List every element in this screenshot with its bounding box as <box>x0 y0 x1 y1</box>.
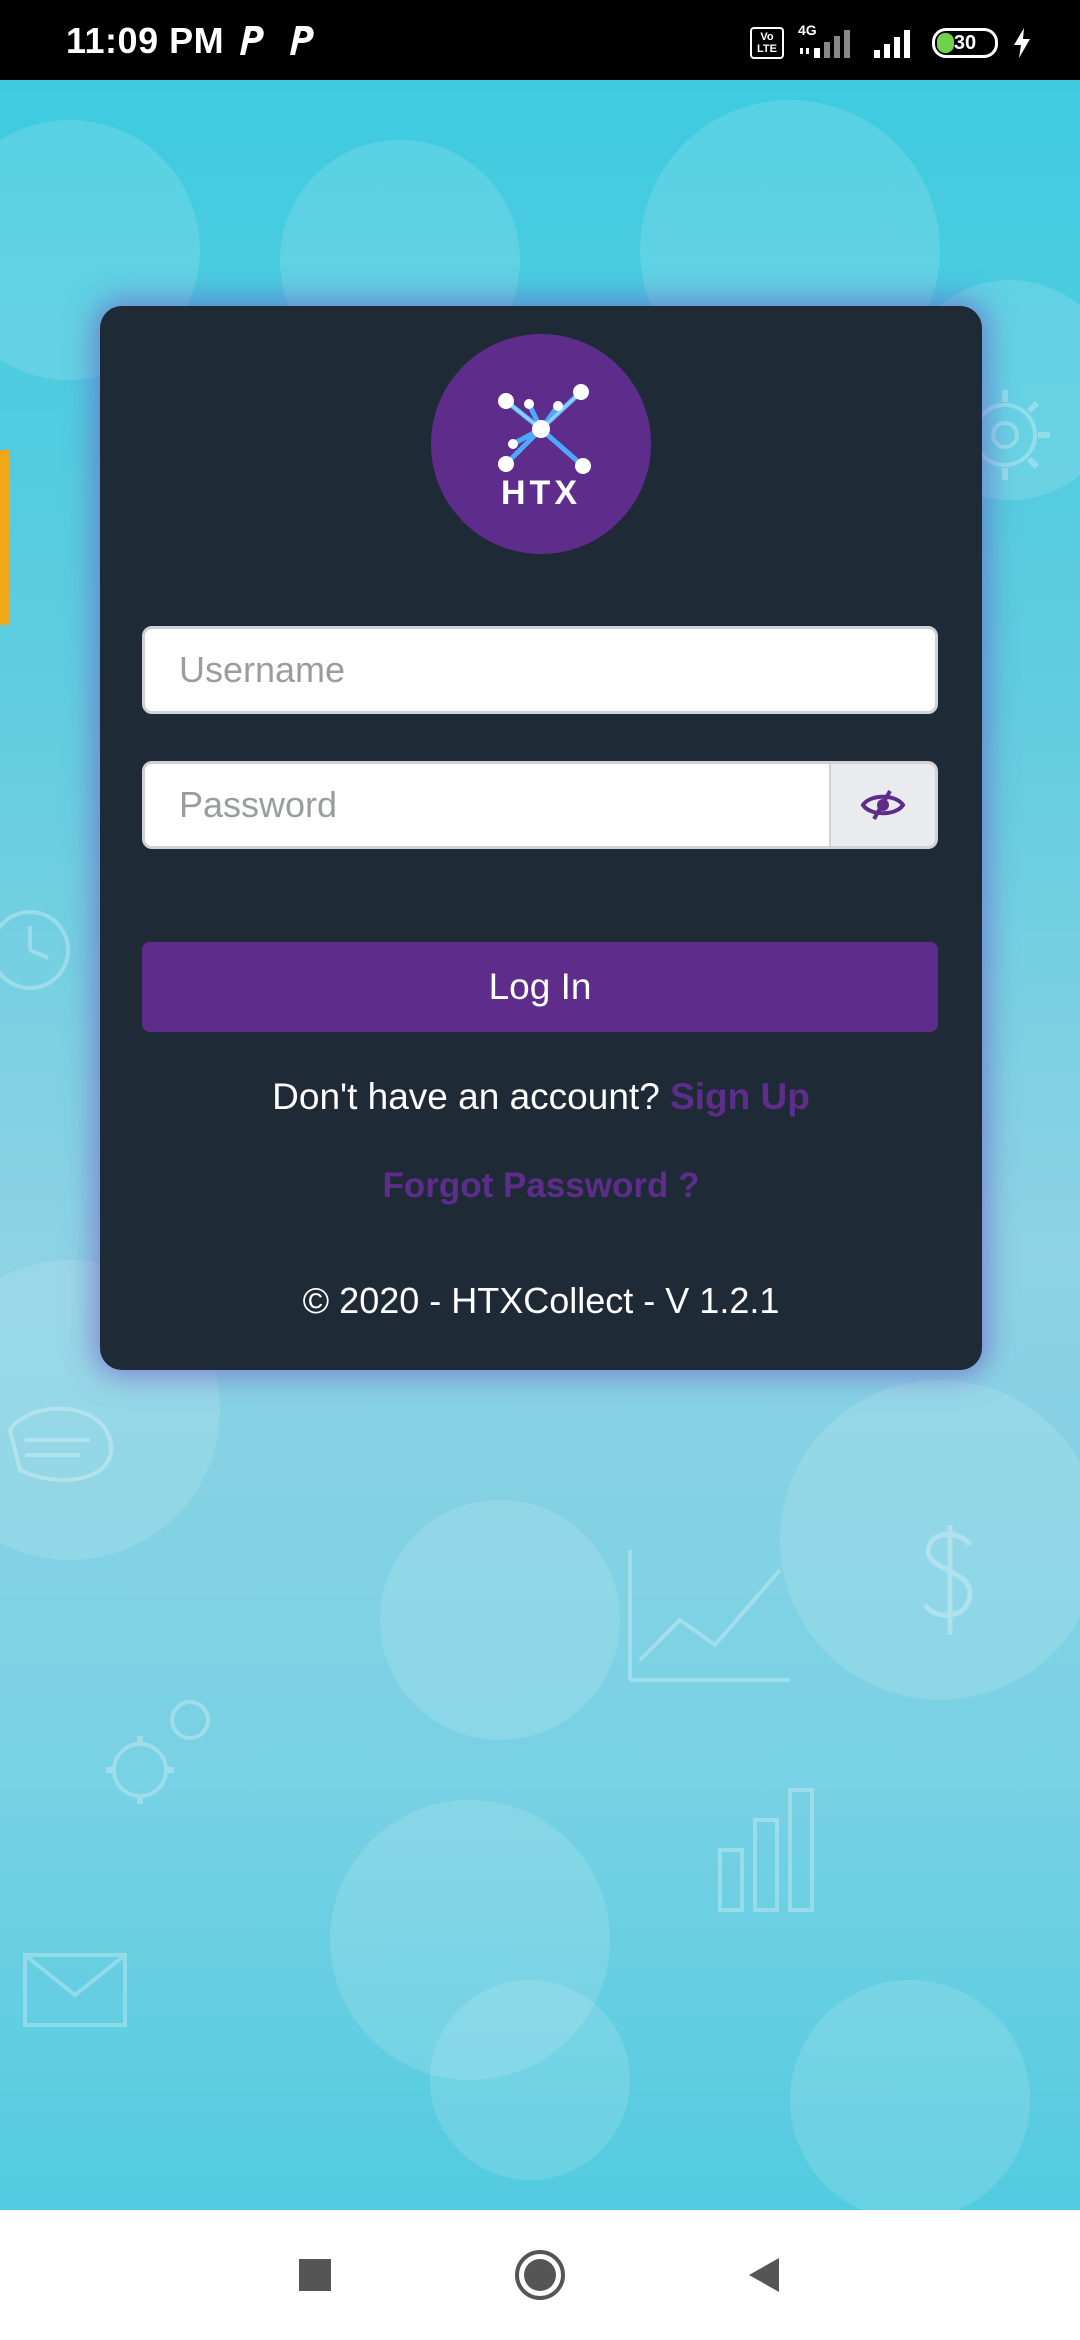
signal-icon <box>874 30 910 58</box>
volte-icon: Vo LTE <box>750 27 784 59</box>
status-bar: 11:09 PM Vo LTE 4G 30 <box>0 0 1080 80</box>
signal-4g-icon: 4G <box>798 22 858 60</box>
chart-doodle-icon <box>628 1550 790 1682</box>
parking-app-icon <box>240 26 264 55</box>
parking-app-icon <box>290 26 314 55</box>
login-button[interactable]: Log In <box>142 942 938 1032</box>
eye-slash-icon <box>860 790 906 820</box>
signup-link[interactable]: Sign Up <box>670 1076 810 1117</box>
network-logo-icon <box>498 384 591 474</box>
back-button[interactable] <box>735 2245 795 2305</box>
status-time: 11:09 PM <box>66 20 225 61</box>
envelope-doodle-icon <box>23 1953 127 2027</box>
username-input[interactable] <box>145 649 935 691</box>
recents-square-icon <box>299 2259 331 2291</box>
navigation-bar <box>0 2210 1080 2340</box>
username-field[interactable] <box>142 626 938 714</box>
home-circle-icon <box>515 2250 565 2300</box>
side-edge-tab[interactable] <box>0 450 10 625</box>
back-triangle-icon <box>749 2258 779 2292</box>
status-indicators: Vo LTE 4G 30 <box>750 22 1032 60</box>
recents-button[interactable] <box>285 2245 345 2305</box>
password-field[interactable] <box>142 761 832 849</box>
password-input[interactable] <box>145 784 829 826</box>
battery-icon: 30 <box>932 28 998 58</box>
bulb-doodle-icon <box>7 1406 114 1482</box>
signup-prompt: Don't have an account? <box>272 1076 660 1117</box>
gears-doodle-icon <box>106 1700 210 1804</box>
copyright-text: © 2020 - HTXCollect - V 1.2.1 <box>302 1280 780 1321</box>
toggle-password-visibility-button[interactable] <box>829 761 938 849</box>
home-button[interactable] <box>510 2245 570 2305</box>
forgot-password-link[interactable]: Forgot Password ? <box>100 1166 982 1206</box>
htx-logo: HTX <box>431 334 651 554</box>
bar-doodle-icon <box>718 1788 814 1912</box>
clock-doodle-icon <box>0 910 70 990</box>
signup-row: Don't have an account? Sign Up <box>100 1076 982 1118</box>
dollar-doodle-icon <box>922 1525 973 1635</box>
charging-bolt-icon <box>1014 28 1030 58</box>
login-card: HTX Log In Don't have an account? Sign U… <box>100 306 982 1370</box>
logo-text: HTX <box>501 474 581 512</box>
